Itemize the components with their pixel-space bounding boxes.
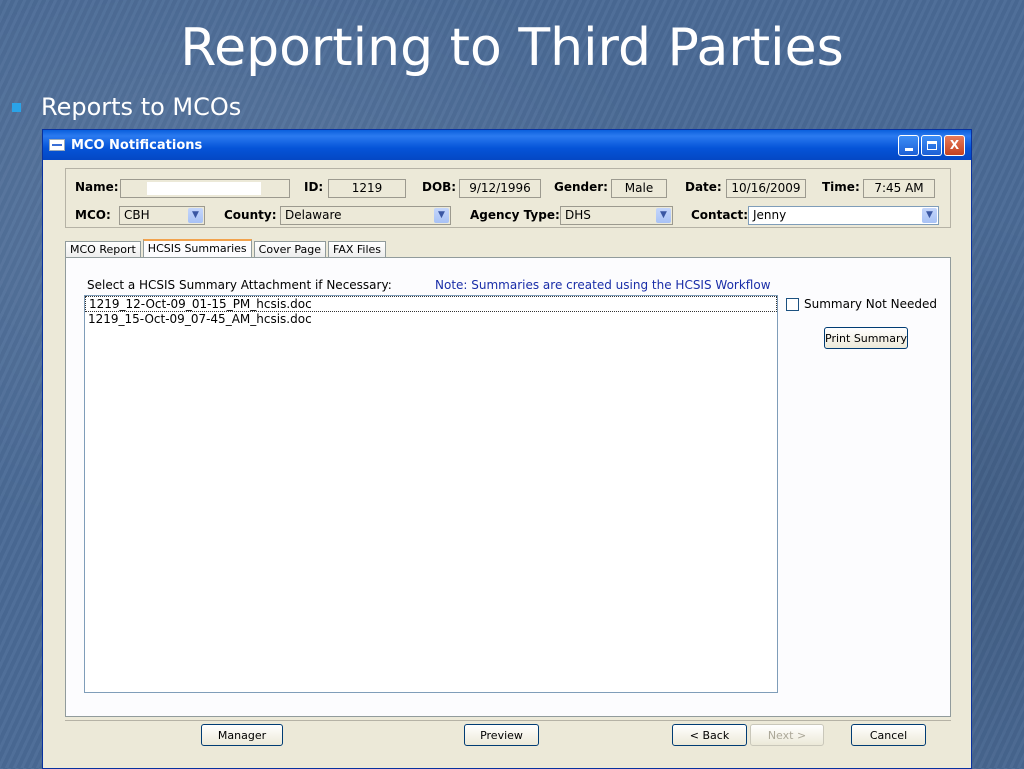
select-attachment-label: Select a HCSIS Summary Attachment if Nec… bbox=[87, 278, 392, 292]
window-app-icon bbox=[49, 139, 65, 151]
name-label: Name: bbox=[75, 180, 119, 194]
list-item[interactable]: 1219_12-Oct-09_01-15_PM_hcsis.doc bbox=[85, 296, 777, 312]
time-field[interactable]: 7:45 AM bbox=[863, 179, 935, 198]
county-label: County: bbox=[224, 208, 277, 222]
dob-field[interactable]: 9/12/1996 bbox=[459, 179, 541, 198]
footer-divider bbox=[65, 720, 951, 721]
chevron-down-icon[interactable]: ▼ bbox=[434, 208, 449, 223]
summary-not-needed-checkbox[interactable] bbox=[786, 297, 799, 311]
agency-type-label: Agency Type: bbox=[470, 208, 560, 222]
agency-type-select[interactable]: DHS ▼ bbox=[560, 206, 673, 225]
close-button[interactable]: X bbox=[944, 134, 965, 156]
agency-type-value: DHS bbox=[565, 208, 591, 222]
contact-select[interactable]: Jenny ▼ bbox=[748, 206, 939, 225]
tab-cover-page[interactable]: Cover Page bbox=[253, 241, 327, 258]
list-item[interactable]: 1219_15-Oct-09_07-45_AM_hcsis.doc bbox=[85, 312, 777, 328]
patient-header-panel: Name: ID: 1219 DOB: 9/12/1996 Gender: Ma… bbox=[65, 168, 951, 228]
date-label: Date: bbox=[685, 180, 722, 194]
summary-not-needed-row[interactable]: Summary Not Needed bbox=[786, 297, 937, 311]
workflow-note: Note: Summaries are created using the HC… bbox=[435, 278, 771, 292]
summary-file-list[interactable]: 1219_12-Oct-09_01-15_PM_hcsis.doc 1219_1… bbox=[84, 295, 778, 693]
print-summary-button[interactable]: Print Summary bbox=[824, 327, 908, 349]
date-field[interactable]: 10/16/2009 bbox=[726, 179, 806, 198]
manager-button[interactable]: Manager bbox=[201, 724, 283, 746]
window-titlebar[interactable]: MCO Notifications X bbox=[43, 130, 971, 160]
slide-title: Reporting to Third Parties bbox=[180, 18, 844, 78]
maximize-button[interactable] bbox=[921, 134, 942, 156]
county-value: Delaware bbox=[285, 208, 342, 222]
contact-value: Jenny bbox=[753, 208, 787, 222]
hcsis-summaries-panel: Select a HCSIS Summary Attachment if Nec… bbox=[65, 257, 951, 717]
mco-value: CBH bbox=[124, 208, 150, 222]
time-label: Time: bbox=[822, 180, 860, 194]
gender-field[interactable]: Male bbox=[611, 179, 667, 198]
county-select[interactable]: Delaware ▼ bbox=[280, 206, 451, 225]
close-icon: X bbox=[949, 138, 960, 152]
back-button[interactable]: < Back bbox=[672, 724, 747, 746]
dob-label: DOB: bbox=[422, 180, 457, 194]
minimize-button[interactable] bbox=[898, 134, 919, 156]
name-redaction bbox=[147, 182, 261, 195]
cancel-button[interactable]: Cancel bbox=[851, 724, 926, 746]
summary-not-needed-label: Summary Not Needed bbox=[804, 297, 938, 311]
gender-label: Gender: bbox=[554, 180, 608, 194]
preview-button[interactable]: Preview bbox=[464, 724, 539, 746]
id-label: ID: bbox=[304, 180, 324, 194]
minimize-icon bbox=[904, 147, 913, 151]
chevron-down-icon[interactable]: ▼ bbox=[922, 208, 937, 223]
tab-fax-files[interactable]: FAX Files bbox=[328, 241, 387, 258]
window-title: MCO Notifications bbox=[71, 137, 203, 153]
maximize-icon bbox=[926, 140, 937, 150]
tab-hcsis-summaries[interactable]: HCSIS Summaries bbox=[142, 239, 252, 259]
next-button[interactable]: Next > bbox=[750, 724, 824, 746]
contact-label: Contact: bbox=[691, 208, 749, 222]
tab-mco-report[interactable]: MCO Report bbox=[65, 241, 141, 258]
mco-label: MCO: bbox=[75, 208, 111, 222]
chevron-down-icon[interactable]: ▼ bbox=[656, 208, 671, 223]
name-field[interactable] bbox=[120, 179, 290, 198]
tab-strip: MCO Report HCSIS Summaries Cover Page FA… bbox=[65, 238, 388, 259]
id-field[interactable]: 1219 bbox=[328, 179, 406, 198]
bullet-text: Reports to MCOs bbox=[41, 93, 242, 121]
mco-notifications-window: MCO Notifications X Name: ID: 1219 DOB: … bbox=[42, 129, 972, 769]
mco-select[interactable]: CBH ▼ bbox=[119, 206, 205, 225]
bullet-row: Reports to MCOs bbox=[12, 93, 241, 121]
bullet-square-icon bbox=[12, 102, 21, 112]
chevron-down-icon[interactable]: ▼ bbox=[188, 208, 203, 223]
